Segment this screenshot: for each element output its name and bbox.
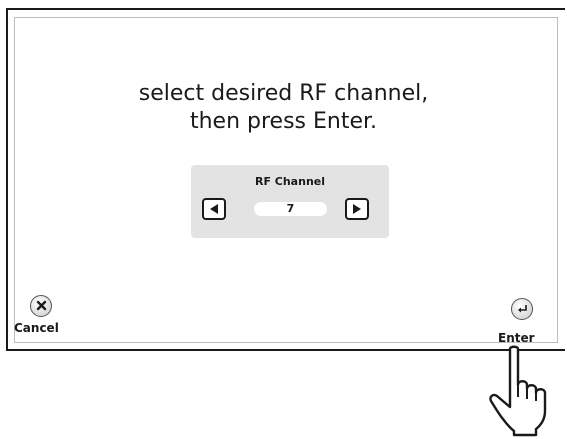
instruction-text: select desired RF channel, then press En…: [0, 80, 567, 136]
rf-channel-value: 7: [254, 202, 327, 216]
instruction-line-1: select desired RF channel,: [138, 81, 429, 106]
return-arrow-icon: [511, 298, 533, 320]
triangle-left-icon: [210, 204, 218, 214]
pointing-hand-icon: [489, 345, 547, 437]
cancel-button[interactable]: Cancel: [14, 295, 64, 341]
cancel-label: Cancel: [14, 321, 59, 335]
instruction-line-2: then press Enter.: [189, 109, 378, 134]
enter-label: Enter: [498, 331, 535, 345]
rf-channel-title: RF Channel: [254, 175, 326, 188]
previous-channel-button[interactable]: [202, 198, 226, 220]
enter-button[interactable]: Enter: [498, 298, 546, 345]
next-channel-button[interactable]: [345, 198, 369, 220]
rf-channel-panel: RF Channel 7: [191, 165, 389, 238]
triangle-right-icon: [353, 204, 361, 214]
x-icon: [30, 295, 52, 317]
